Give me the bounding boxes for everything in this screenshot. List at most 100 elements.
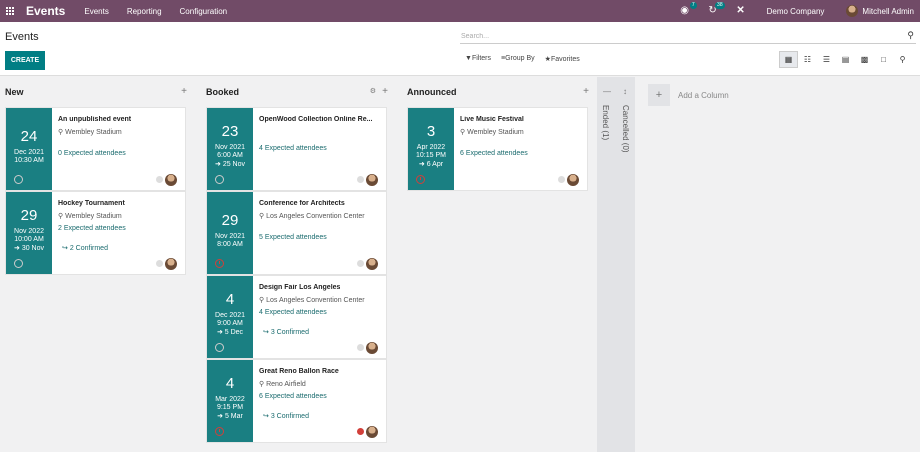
activity-icon[interactable]: ↻ 38 — [707, 2, 725, 17]
app-brand[interactable]: Events — [26, 4, 65, 18]
list-view-icon[interactable]: ☰ — [817, 51, 836, 68]
reply-arrow-icon: ↪ — [263, 413, 269, 420]
event-day: 24 — [20, 128, 38, 145]
filters-button[interactable]: ▼Filters — [465, 55, 491, 63]
gantt-view-icon[interactable]: ▤ — [836, 51, 855, 68]
quick-create-icon[interactable]: + — [382, 86, 388, 97]
menu-events[interactable]: Events — [84, 7, 108, 16]
event-end: ➜ 25 Nov — [207, 160, 253, 168]
menu-reporting[interactable]: Reporting — [127, 7, 162, 16]
apps-menu-icon[interactable] — [6, 6, 15, 16]
confirmed-count: ↪ 3 Confirmed — [263, 412, 309, 420]
event-end-text: 5 Mar — [224, 413, 243, 420]
event-location: ⚲ Los Angeles Convention Center — [259, 296, 365, 304]
event-end-text: 6 Apr — [426, 161, 444, 168]
clock-icon[interactable] — [14, 259, 23, 268]
expected-attendees: 6 Expected attendees — [259, 393, 327, 400]
folded-column-ended[interactable]: Ended (1) — [601, 105, 610, 140]
folded-columns: — ↕ Ended (1) Cancelled (0) — [597, 77, 635, 452]
event-month-year: Dec 2021 — [215, 312, 245, 319]
status-dot[interactable] — [357, 428, 364, 435]
map-marker-icon: ⚲ — [259, 381, 265, 388]
event-card[interactable]: 4 Dec 2021 9:00 AM ➜ 5 Dec Design Fair L… — [206, 275, 387, 359]
arrow-right-icon: ➜ — [217, 413, 223, 420]
map-marker-icon: ⚲ — [58, 213, 64, 220]
status-dot[interactable] — [357, 176, 364, 183]
clock-icon[interactable] — [416, 175, 425, 184]
search-input[interactable] — [460, 29, 900, 43]
company-switcher[interactable]: Demo Company — [767, 7, 825, 16]
status-dot[interactable] — [156, 260, 163, 267]
confirmed-text: 2 Confirmed — [69, 245, 108, 252]
expected-attendees: 4 Expected attendees — [259, 145, 327, 152]
view-switcher: ▦ ☷ ☰ ▤ ▩ □ ⚲ — [779, 51, 912, 68]
quick-create-icon[interactable]: + — [583, 86, 589, 97]
column-header[interactable]: New + — [5, 77, 193, 107]
event-end: ➜ 5 Dec — [207, 328, 253, 336]
status-dot[interactable] — [357, 260, 364, 267]
event-title: Design Fair Los Angeles — [259, 284, 341, 291]
map-view-icon[interactable]: ⚲ — [893, 51, 912, 68]
event-time: 10:15 PM — [416, 152, 446, 159]
debug-close-icon[interactable]: ✕ — [735, 5, 747, 17]
graph-view-icon[interactable]: □ — [874, 51, 893, 68]
event-card[interactable]: 23 Nov 2021 6:00 AM ➜ 25 Nov OpenWood Co… — [206, 107, 387, 191]
event-day: 4 — [225, 375, 235, 392]
table-view-icon[interactable]: ▩ — [855, 51, 874, 68]
clock-icon[interactable] — [215, 259, 224, 268]
folded-column-cancelled[interactable]: Cancelled (0) — [621, 105, 630, 153]
add-column[interactable]: + Add a Column — [648, 84, 729, 106]
avatar — [366, 258, 378, 270]
event-location: ⚲ Wembley Stadium — [58, 212, 122, 220]
map-marker-icon: ⚲ — [460, 129, 466, 136]
event-time: 9:00 AM — [217, 320, 243, 327]
event-day: 29 — [221, 212, 239, 229]
confirmed-count: ↪ 2 Confirmed — [62, 244, 108, 252]
avatar — [366, 174, 378, 186]
user-menu[interactable]: Mitchell Admin — [862, 7, 914, 16]
clock-icon[interactable] — [14, 175, 23, 184]
event-card[interactable]: 24 Dec 2021 10:30 AM An unpublished even… — [5, 107, 186, 191]
column-header[interactable]: Booked ⚙ + — [206, 77, 394, 107]
chat-icon[interactable]: ◉ 7 — [679, 2, 697, 17]
arrow-right-icon: ➜ — [216, 329, 223, 336]
fold-toggle-icon[interactable]: — — [603, 87, 611, 96]
clock-icon[interactable] — [215, 175, 224, 184]
event-location: ⚲ Wembley Stadium — [460, 128, 524, 136]
event-card[interactable]: 4 Mar 2022 9:15 PM ➜ 5 Mar Great Reno Ba… — [206, 359, 387, 443]
event-end: ➜ 5 Mar — [207, 412, 253, 420]
expected-attendees: 0 Expected attendees — [58, 150, 126, 157]
event-card[interactable]: 29 Nov 2021 8:00 AM Conference for Archi… — [206, 191, 387, 275]
search-icon[interactable]: ⚲ — [907, 30, 914, 41]
column-title: New — [5, 87, 24, 97]
event-month-year: Nov 2021 — [215, 233, 245, 240]
location-text: Los Angeles Convention Center — [266, 297, 365, 304]
map-marker-icon: ⚲ — [259, 297, 265, 304]
status-dot[interactable] — [558, 176, 565, 183]
menu-configuration[interactable]: Configuration — [180, 7, 228, 16]
fold-toggle-icon[interactable]: ↕ — [623, 87, 627, 96]
favorites-button[interactable]: ★Favorites — [545, 55, 580, 63]
calendar-view-icon[interactable]: ☷ — [798, 51, 817, 68]
filters-label: Filters — [471, 55, 491, 62]
clock-icon[interactable] — [215, 343, 224, 352]
event-card[interactable]: 29 Nov 2022 10:00 AM ➜ 30 Nov Hockey Tou… — [5, 191, 186, 275]
clock-icon[interactable] — [215, 427, 224, 436]
event-title: An unpublished event — [58, 116, 132, 123]
event-title: Live Music Festival — [460, 116, 524, 123]
confirmed-text: 3 Confirmed — [270, 329, 309, 336]
status-dot[interactable] — [357, 344, 364, 351]
date-block: 23 Nov 2021 6:00 AM ➜ 25 Nov — [207, 108, 253, 190]
event-card[interactable]: 3 Apr 2022 10:15 PM ➜ 6 Apr Live Music F… — [407, 107, 588, 191]
kanban-view-icon[interactable]: ▦ — [779, 51, 798, 68]
quick-create-icon[interactable]: + — [181, 86, 187, 97]
search-options: ▼Filters ≡Group By ★Favorites — [465, 55, 580, 63]
column-header[interactable]: Announced + — [407, 77, 595, 107]
page-title: Events — [5, 31, 39, 43]
column-new: New + 24 Dec 2021 10:30 AM An unpublishe… — [5, 77, 193, 275]
gear-icon[interactable]: ⚙ — [370, 87, 376, 95]
status-dot[interactable] — [156, 176, 163, 183]
groupby-button[interactable]: ≡Group By — [501, 55, 535, 63]
create-button[interactable]: CREATE — [5, 51, 45, 70]
user-avatar[interactable] — [846, 5, 859, 17]
